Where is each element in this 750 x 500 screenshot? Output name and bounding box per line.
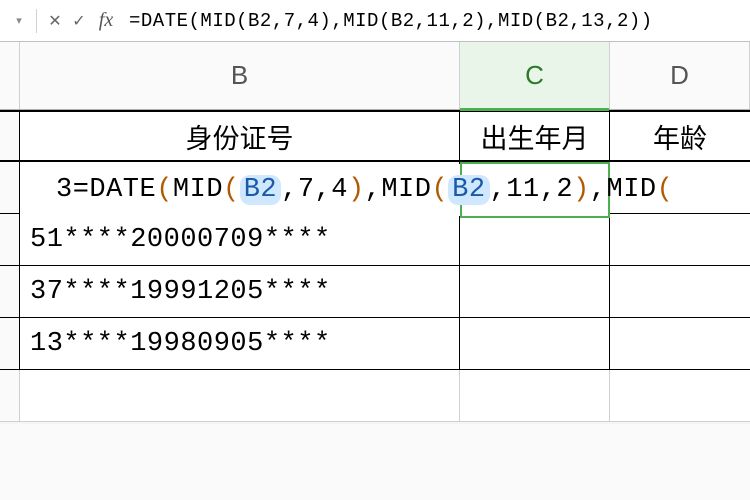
cell-D2[interactable] xyxy=(610,162,750,213)
confirm-icon[interactable]: ✓ xyxy=(67,11,91,31)
row-header[interactable] xyxy=(0,266,20,317)
header-cell-id[interactable]: 身份证号 xyxy=(20,112,460,160)
corner-header[interactable] xyxy=(0,42,20,109)
cell-D5[interactable] xyxy=(610,318,750,369)
cell-empty[interactable] xyxy=(610,370,750,421)
cell-empty[interactable] xyxy=(20,370,460,421)
header-cell-age[interactable]: 年龄 xyxy=(610,112,750,160)
row-header[interactable] xyxy=(0,318,20,369)
cell-B5[interactable]: 13****19980905**** xyxy=(20,318,460,369)
cancel-icon[interactable]: ✕ xyxy=(43,11,67,31)
table-row: 13****19980905**** xyxy=(0,318,750,370)
table-row xyxy=(0,370,750,422)
table-header-row: 身份证号 出生年月 年龄 xyxy=(0,110,750,162)
column-header-C[interactable]: C xyxy=(460,42,610,109)
divider xyxy=(36,9,37,33)
cell-empty[interactable] xyxy=(460,370,610,421)
bottom-area xyxy=(0,424,750,500)
editing-bg xyxy=(20,164,460,216)
table-row: 51****20000709**** xyxy=(0,214,750,266)
column-headers-row: B C D xyxy=(0,42,750,110)
fx-icon[interactable]: fx xyxy=(91,9,121,32)
formula-bar: ▾ ✕ ✓ fx xyxy=(0,0,750,42)
name-box-dropdown-icon[interactable]: ▾ xyxy=(8,8,30,34)
row-header[interactable] xyxy=(0,162,20,213)
cell-C5[interactable] xyxy=(460,318,610,369)
cell-B3[interactable]: 51****20000709**** xyxy=(20,214,460,265)
cell-D3[interactable] xyxy=(610,214,750,265)
row-header[interactable] xyxy=(0,112,20,160)
column-header-B[interactable]: B xyxy=(20,42,460,109)
formula-input[interactable] xyxy=(121,0,750,41)
row-header[interactable] xyxy=(0,370,20,421)
cell-D4[interactable] xyxy=(610,266,750,317)
cell-C4[interactable] xyxy=(460,266,610,317)
row-header[interactable] xyxy=(0,214,20,265)
table-row: 37****19991205**** xyxy=(0,266,750,318)
cell-C3[interactable] xyxy=(460,214,610,265)
cell-B4[interactable]: 37****19991205**** xyxy=(20,266,460,317)
cell-C2-active[interactable] xyxy=(460,162,610,213)
column-header-D[interactable]: D xyxy=(610,42,750,109)
header-cell-birthdate[interactable]: 出生年月 xyxy=(460,112,610,160)
spreadsheet-grid: B C D 身份证号 出生年月 年龄 51****20000709**** 37… xyxy=(0,42,750,422)
